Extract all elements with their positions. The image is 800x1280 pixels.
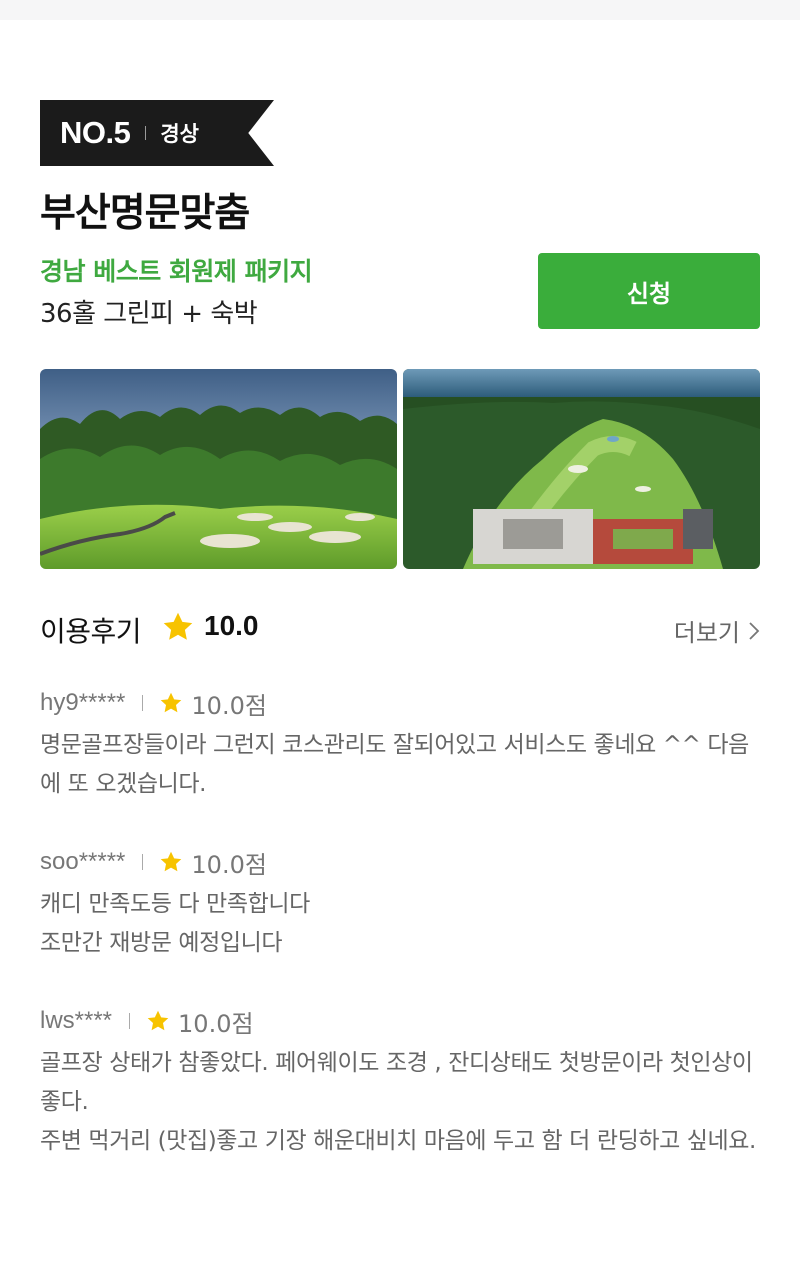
review-divider	[129, 1013, 131, 1029]
review-score: 10.0점	[191, 850, 267, 879]
review-item: hy9***** 10.0점 명문골프장들이라 그런지 코스관리도 잘되어있고 …	[40, 686, 760, 804]
rank-number: NO.5	[60, 115, 131, 150]
star-icon	[161, 692, 182, 713]
chevron-right-icon	[749, 621, 760, 640]
review-score: 10.0점	[178, 1009, 254, 1038]
course-photo-aerial[interactable]	[403, 369, 760, 569]
more-reviews-link[interactable]: 더보기	[674, 613, 760, 648]
course-photo-forest[interactable]	[40, 369, 397, 569]
review-divider	[142, 854, 144, 870]
reviews-header: 이용후기 10.0 더보기	[40, 605, 760, 651]
review-username: soo*****	[40, 848, 126, 875]
star-icon	[147, 1010, 169, 1031]
star-icon	[163, 612, 193, 640]
course-photo-aerial-image	[403, 369, 760, 569]
apply-button[interactable]: 신청	[538, 253, 760, 329]
reviews-title: 이용후기	[40, 615, 142, 648]
review-text: 캐디 만족도등 다 만족합니다 조만간 재방문 예정입니다	[40, 891, 310, 956]
review-username: hy9*****	[40, 689, 126, 716]
product-title: 부산명문맞춤	[40, 191, 250, 236]
more-reviews-label: 더보기	[673, 619, 740, 647]
review-username: lws****	[40, 1007, 113, 1034]
rank-divider	[145, 126, 147, 140]
review-meta: soo***** 10.0점	[40, 845, 760, 879]
reviews-average-score: 10.0	[204, 610, 259, 641]
review-score: 10.0점	[191, 691, 267, 720]
review-meta: hy9***** 10.0점	[40, 686, 760, 720]
star-icon	[161, 851, 182, 872]
review-text: 골프장 상태가 참좋았다. 페어웨이도 조경 , 잔디상태도 첫방문이라 첫인상…	[40, 1050, 756, 1154]
review-text: 명문골프장들이라 그런지 코스관리도 잘되어있고 서비스도 좋네요 ^^ 다음에…	[40, 732, 749, 797]
product-description: 36홀 그린피 + 숙박	[40, 299, 258, 329]
rank-badge: NO.5 경상	[40, 100, 274, 166]
review-divider	[142, 695, 144, 711]
top-strip	[0, 0, 800, 20]
product-subtitle: 경남 베스트 회원제 패키지	[40, 257, 313, 286]
course-photo-forest-image	[40, 369, 397, 569]
review-meta: lws**** 10.0점	[40, 1004, 760, 1038]
review-item: soo***** 10.0점 캐디 만족도등 다 만족합니다 조만간 재방문 예…	[40, 845, 760, 963]
review-item: lws**** 10.0점 골프장 상태가 참좋았다. 페어웨이도 조경 , 잔…	[40, 1004, 760, 1161]
rank-region: 경상	[160, 122, 199, 146]
